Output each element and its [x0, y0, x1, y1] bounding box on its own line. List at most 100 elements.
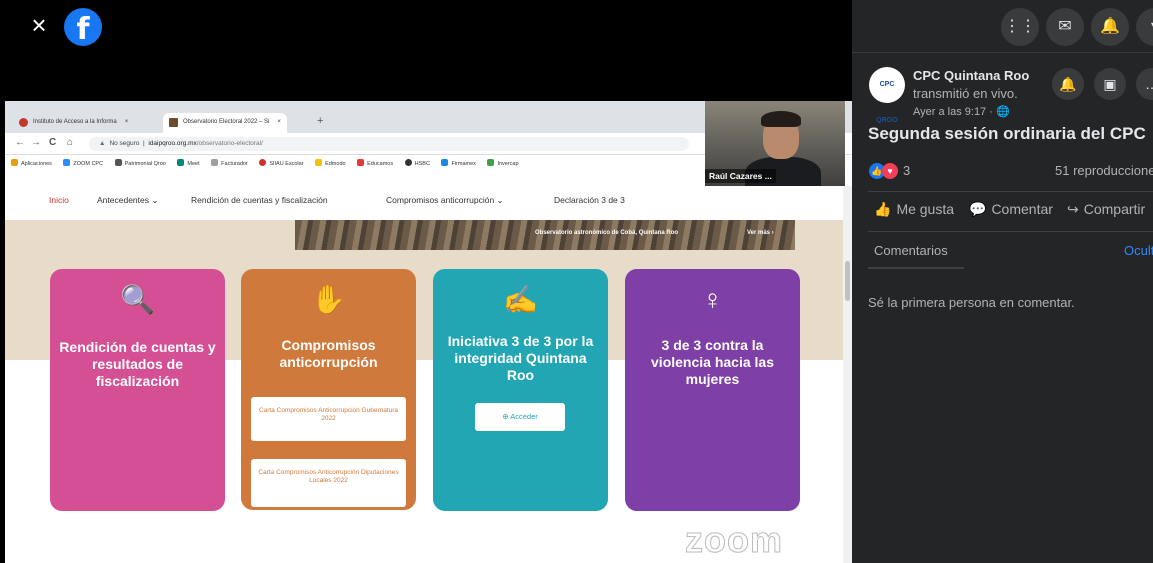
banner-caption: Observatorio astronómico de Cobá, Quinta… [535, 230, 679, 236]
bookmark-item: Educamos [357, 159, 393, 167]
url-field: ▲ No seguro | idaipqroo.org.mx/observator… [89, 137, 689, 151]
card-title: 3 de 3 contra la violencia hacia las muj… [651, 337, 774, 387]
participant-name: Raúl Cazares ... [705, 169, 776, 183]
like-button[interactable]: 👍 Me gusta [874, 201, 954, 218]
invercap-icon [487, 159, 495, 166]
thumbs-up-icon: 👍 [874, 201, 892, 217]
tab-comments[interactable]: Comentarios [874, 243, 948, 258]
bookmark-item: Aplicaciones [11, 159, 52, 167]
view-count: 51 reproducciones [1055, 163, 1153, 178]
educamos-icon [357, 159, 365, 166]
comment-icon: 💬 [969, 201, 987, 217]
bookmark-item: Invercap [487, 159, 519, 167]
bookmark-icon [114, 159, 122, 166]
bookmark-icon [211, 159, 219, 166]
link-carta-diputaciones: Carta Compromisos Anticorrupción Diputac… [251, 459, 406, 507]
hsbc-icon [404, 159, 412, 166]
tab-label: Instituto de Acceso a la Informa [33, 119, 117, 125]
bookmark-item: HSBC [404, 159, 430, 167]
card-iniciativa: ✍ Iniciativa 3 de 3 por la integridad Qu… [433, 269, 608, 511]
tab-favicon-icon [169, 118, 178, 127]
menu-grid-icon[interactable]: ⋮⋮ [1001, 8, 1039, 46]
page-scrollbar [843, 186, 852, 563]
card-violencia: ♀ 3 de 3 contra la violencia hacia las m… [625, 269, 800, 511]
bookmark-item: SIIAU Escolar [259, 159, 304, 167]
hide-comments-link[interactable]: Ocultar [1124, 243, 1153, 258]
document-sign-icon: ✍ [503, 284, 538, 315]
close-icon[interactable]: × [26, 12, 52, 38]
bookmark-item: ZOOM CPC [63, 159, 103, 167]
browser-tab-active: Observatorio Electoral 2022 – Si × [163, 113, 287, 133]
facebook-live-viewer: × f Instituto de Acceso a la Informa × Ob… [0, 0, 1153, 563]
firmamex-icon [441, 159, 449, 166]
reaction-count: 3 [903, 163, 911, 179]
bookmark-item: Meet [177, 159, 200, 167]
video-title: Segunda sesión ordinaria del CPC [868, 124, 1146, 143]
home-icon: ⌂ [67, 137, 74, 148]
security-label: No seguro [109, 140, 140, 147]
apps-icon [11, 159, 18, 166]
card-title: Iniciativa 3 de 3 por la integridad Quin… [447, 333, 594, 383]
facebook-logo-icon[interactable]: f [64, 8, 102, 46]
love-reaction-icon: ♥ [882, 162, 898, 179]
comment-button[interactable]: 💬 Comentar [969, 201, 1053, 218]
tab-label: Observatorio Electoral 2022 – Si [183, 119, 270, 125]
participant-video: Raúl Cazares ... [705, 101, 845, 186]
card-compromisos: ✋ Compromisos anticorrupción Carta Compr… [241, 269, 416, 510]
woman-icon: ♀ [702, 284, 723, 315]
post-timestamp[interactable]: Ayer a las 9:17 · 🌐 [913, 105, 1010, 118]
bookmark-item: Patrimonial Qroo [114, 159, 166, 167]
reload-icon: C [49, 137, 57, 148]
messenger-icon[interactable]: ✉ [1046, 8, 1084, 46]
url-host: idaipqroo.org.mx [148, 140, 197, 147]
bookmark-icon [259, 159, 267, 166]
reactions-summary[interactable]: 👍 ♥ 3 [869, 162, 910, 180]
nav-item-declaracion: Declaración 3 de 3 [554, 195, 625, 205]
notifications-icon[interactable]: 🔔 [1091, 8, 1129, 46]
banner-more-link: Ver más › [747, 230, 774, 236]
bookmark-item: Facturador [211, 159, 248, 167]
zoom-icon [63, 159, 71, 166]
nav-item-antecedentes: Antecedentes ⌄ [97, 195, 159, 205]
nav-item-compromisos: Compromisos anticorrupción ⌄ [386, 195, 504, 205]
video-player[interactable]: × f Instituto de Acceso a la Informa × Ob… [0, 0, 852, 563]
new-tab-icon: + [317, 115, 324, 127]
card-rendicion: 🔍 Rendición de cuentas y resultados de f… [50, 269, 225, 511]
bookmark-item: Firmamex [441, 159, 476, 167]
post-sidebar: ⋮⋮ ✉ 🔔 ▾ CPC QROO CPC Quintana Roo trans… [852, 0, 1153, 563]
zoom-watermark: zoom [685, 519, 783, 561]
share-icon: ↪ [1067, 201, 1079, 217]
tab-close-icon: × [277, 119, 281, 125]
link-carta-gubernatura: Carta Compromisos Anticorrupción Guberna… [251, 397, 406, 441]
nav-item-rendicion: Rendición de cuentas y fiscalización [191, 195, 328, 205]
card-title: Rendición de cuentas y resultados de fis… [59, 339, 216, 389]
card-title: Compromisos anticorrupción [279, 337, 378, 370]
post-actions: 👍 Me gusta 💬 Comentar ↪ Compartir [852, 199, 1153, 223]
edmodo-icon [315, 159, 323, 166]
page-name-link[interactable]: CPC Quintana Roo [913, 68, 1029, 83]
magnifier-dollar-icon: 🔍 [120, 284, 155, 315]
warning-icon: ▲ [99, 140, 106, 147]
save-icon[interactable]: ▣ [1094, 68, 1126, 100]
back-icon: ← [15, 137, 25, 148]
share-button[interactable]: ↪ Compartir [1067, 201, 1145, 218]
page-avatar[interactable]: CPC QROO [869, 67, 905, 124]
browser-tab: Instituto de Acceso a la Informa × [13, 113, 134, 133]
tab-close-icon: × [124, 119, 129, 125]
hand-icon: ✋ [311, 284, 346, 315]
account-icon[interactable]: ▾ [1136, 8, 1153, 46]
site-nav: Inicio Antecedentes ⌄ Rendición de cuent… [5, 186, 852, 216]
bell-icon[interactable]: 🔔 [1052, 68, 1084, 100]
nav-item-inicio: Inicio [49, 195, 69, 205]
shared-screen: Instituto de Acceso a la Informa × Observ… [5, 101, 852, 563]
meet-icon [177, 159, 185, 166]
tab-favicon-icon [19, 118, 28, 127]
acceder-button: ⊕ Acceder [475, 403, 565, 431]
url-path: /observatorio-electoral/ [196, 140, 263, 147]
post-action-text: transmitió en vivo. [913, 86, 1018, 101]
more-icon[interactable]: … [1136, 68, 1153, 100]
empty-comments-text: Sé la primera persona en comentar. [868, 295, 1075, 310]
page-scrollbar-thumb [845, 261, 850, 301]
bookmarks-bar: Aplicaciones ZOOM CPC Patrimonial Qroo M… [5, 155, 705, 171]
forward-icon: → [31, 137, 41, 148]
